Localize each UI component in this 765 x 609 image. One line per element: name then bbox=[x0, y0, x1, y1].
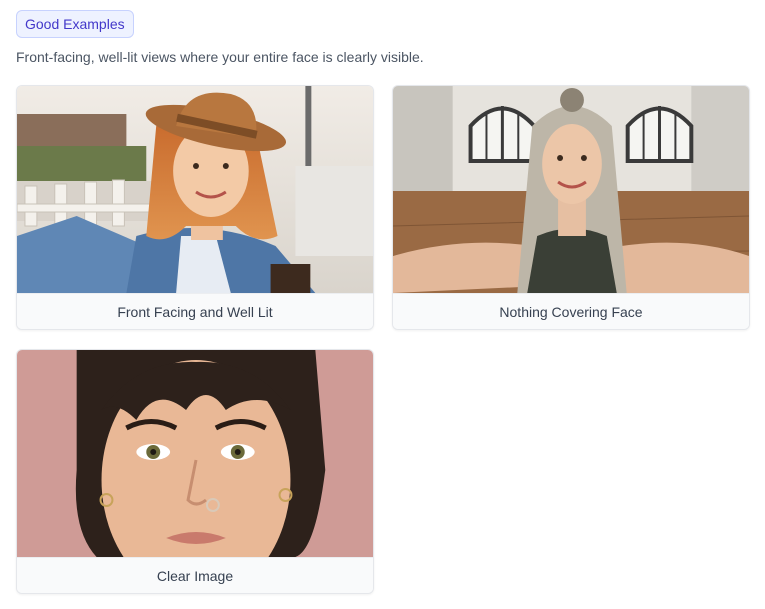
example-card-clear-image: Clear Image bbox=[16, 349, 374, 594]
example-card-front-facing: Front Facing and Well Lit bbox=[16, 85, 374, 330]
badge-label: Good Examples bbox=[25, 16, 125, 32]
example-caption: Front Facing and Well Lit bbox=[17, 293, 373, 329]
section-description: Front-facing, well-lit views where your … bbox=[16, 49, 424, 65]
example-caption: Nothing Covering Face bbox=[393, 293, 749, 329]
example-photo-front-facing bbox=[17, 86, 373, 293]
good-examples-badge: Good Examples bbox=[16, 10, 134, 38]
example-photo-nothing-covering bbox=[393, 86, 749, 293]
example-card-nothing-covering: Nothing Covering Face bbox=[392, 85, 750, 330]
example-photo-clear-image bbox=[17, 350, 373, 557]
example-caption: Clear Image bbox=[17, 557, 373, 593]
